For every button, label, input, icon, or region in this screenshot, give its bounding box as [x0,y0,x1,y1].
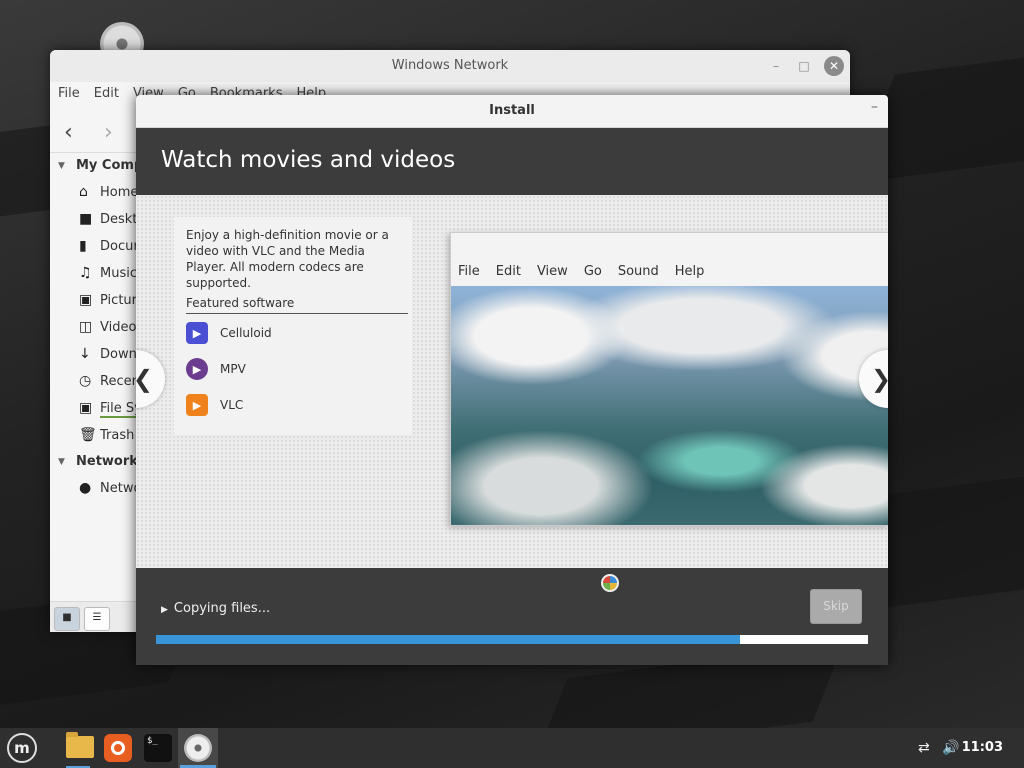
slideshow: Enjoy a high-definition movie or a video… [136,195,888,568]
back-icon[interactable]: ‹ [64,120,73,145]
install-progress-bar [156,635,868,644]
network-status-icon[interactable]: ⇄ [918,728,930,768]
installer-titlebar[interactable]: Install – [136,95,888,128]
videos-icon: ◫ [79,319,93,335]
menu-edit[interactable]: Edit [94,86,119,101]
installer-window: Install – Watch movies and videos Enjoy … [136,95,888,665]
slide-screenshot: File Edit View Go Sound Help [450,232,888,526]
app-item-vlc: ▶ VLC [186,392,243,418]
installer-minimize-button[interactable]: – [871,99,878,115]
places-view-button[interactable]: ■ [54,607,80,631]
celluloid-icon: ▶ [186,322,208,344]
maximize-button[interactable]: □ [794,56,814,76]
taskbar-installer[interactable] [178,728,218,768]
screenshot-menubar: File Edit View Go Sound Help [458,264,704,279]
taskbar: m $_ ⇄ 🔊 11:03 [0,728,1024,768]
app-label-mpv: MPV [220,362,246,376]
status-expander[interactable]: Copying files... [161,601,270,616]
screenshot-menu-view: View [536,264,568,279]
sidebar-heading-my-computer[interactable]: My Computer [50,153,174,179]
video-frame-aerial-clouds [451,286,888,525]
firefox-icon [104,734,132,762]
files-icon [66,732,94,758]
chevron-left-icon: ❮ [136,365,153,393]
music-icon: ♫ [79,265,92,281]
menu-icon: m [7,733,37,763]
install-progress-fill [156,635,740,644]
slide-header: Watch movies and videos [136,128,888,195]
forward-icon[interactable]: › [104,120,113,145]
sidebar-item-file-system[interactable]: ▣File System [50,395,175,422]
screenshot-menu-help: Help [674,264,705,279]
slide-heading: Watch movies and videos [161,147,456,173]
network-icon: ● [79,480,92,496]
file-system-icon: ▣ [79,400,93,416]
sidebar-item-documents[interactable]: ▮Documents [50,233,174,260]
taskbar-files[interactable] [58,728,98,768]
minimize-button[interactable]: – [766,56,786,76]
recent-icon: ◷ [79,373,92,389]
previous-slide-button[interactable]: ❮ [136,350,165,408]
desktop-icon: ■ [79,211,93,227]
close-button[interactable]: ✕ [824,56,844,76]
sidebar-item-desktop[interactable]: ■ Desktop [50,206,154,233]
sidebar-item-recent[interactable]: ◷ Recent [50,368,145,395]
app-item-mpv: ▶ MPV [186,356,246,382]
terminal-icon: $_ [144,734,172,762]
progress-spinner-icon [601,574,619,592]
sidebar-item-downloads[interactable]: ↓Downloads [50,341,171,368]
sidebar-item-pictures[interactable]: ▣ Pictures [50,287,151,314]
trash-icon: 🗑 [79,427,97,443]
clock[interactable]: 11:03 [962,728,1003,768]
documents-icon: ▮ [79,238,87,254]
file-manager-titlebar[interactable]: Windows Network – □ ✕ [50,50,850,82]
installer-footer: Copying files... Skip [136,568,888,665]
places-sidebar: My Computer ⌂Home ■Desktop ▮Documents ♫M… [50,152,175,603]
sidebar-heading-network[interactable]: Network [50,449,138,475]
taskbar-terminal[interactable]: $_ [138,728,178,768]
pictures-icon: ▣ [79,292,93,308]
screenshot-menu-file: File [458,264,480,279]
app-label-celluloid: Celluloid [220,326,272,340]
install-disc-icon [184,734,212,762]
sidebar-toggle-bar: ■ ☰ [50,601,136,632]
slide-description: Enjoy a high-definition movie or a video… [186,228,389,290]
sidebar-item-videos[interactable]: ◫ Videos [50,314,143,341]
mpv-icon: ▶ [186,358,208,380]
volume-icon[interactable]: 🔊 [942,728,959,768]
app-item-celluloid: ▶ Celluloid [186,320,272,346]
featured-software-label: Featured software [186,296,408,314]
screenshot-menu-sound: Sound [617,264,659,279]
slide-info-card: Enjoy a high-definition movie or a video… [174,217,412,435]
screenshot-menu-go: Go [583,264,602,279]
skip-button[interactable]: Skip [810,589,862,624]
app-label-vlc: VLC [220,398,244,412]
installer-title: Install [489,103,535,118]
menu-button[interactable]: m [0,728,40,768]
taskbar-firefox[interactable] [98,728,138,768]
sidebar-item-network[interactable]: ● Network [50,475,154,502]
vlc-icon: ▶ [186,394,208,416]
sidebar-item-trash[interactable]: 🗑 Trash [50,422,136,449]
chevron-right-icon: ❯ [871,365,888,393]
tree-view-button[interactable]: ☰ [84,607,110,631]
downloads-icon: ↓ [79,346,91,362]
screenshot-menu-edit: Edit [495,264,521,279]
sidebar-item-home[interactable]: ⌂ Home [50,179,138,206]
file-manager-title: Windows Network [391,58,509,73]
menu-file[interactable]: File [58,86,80,101]
sidebar-item-music[interactable]: ♫ Music [50,260,137,287]
home-icon: ⌂ [79,184,88,200]
